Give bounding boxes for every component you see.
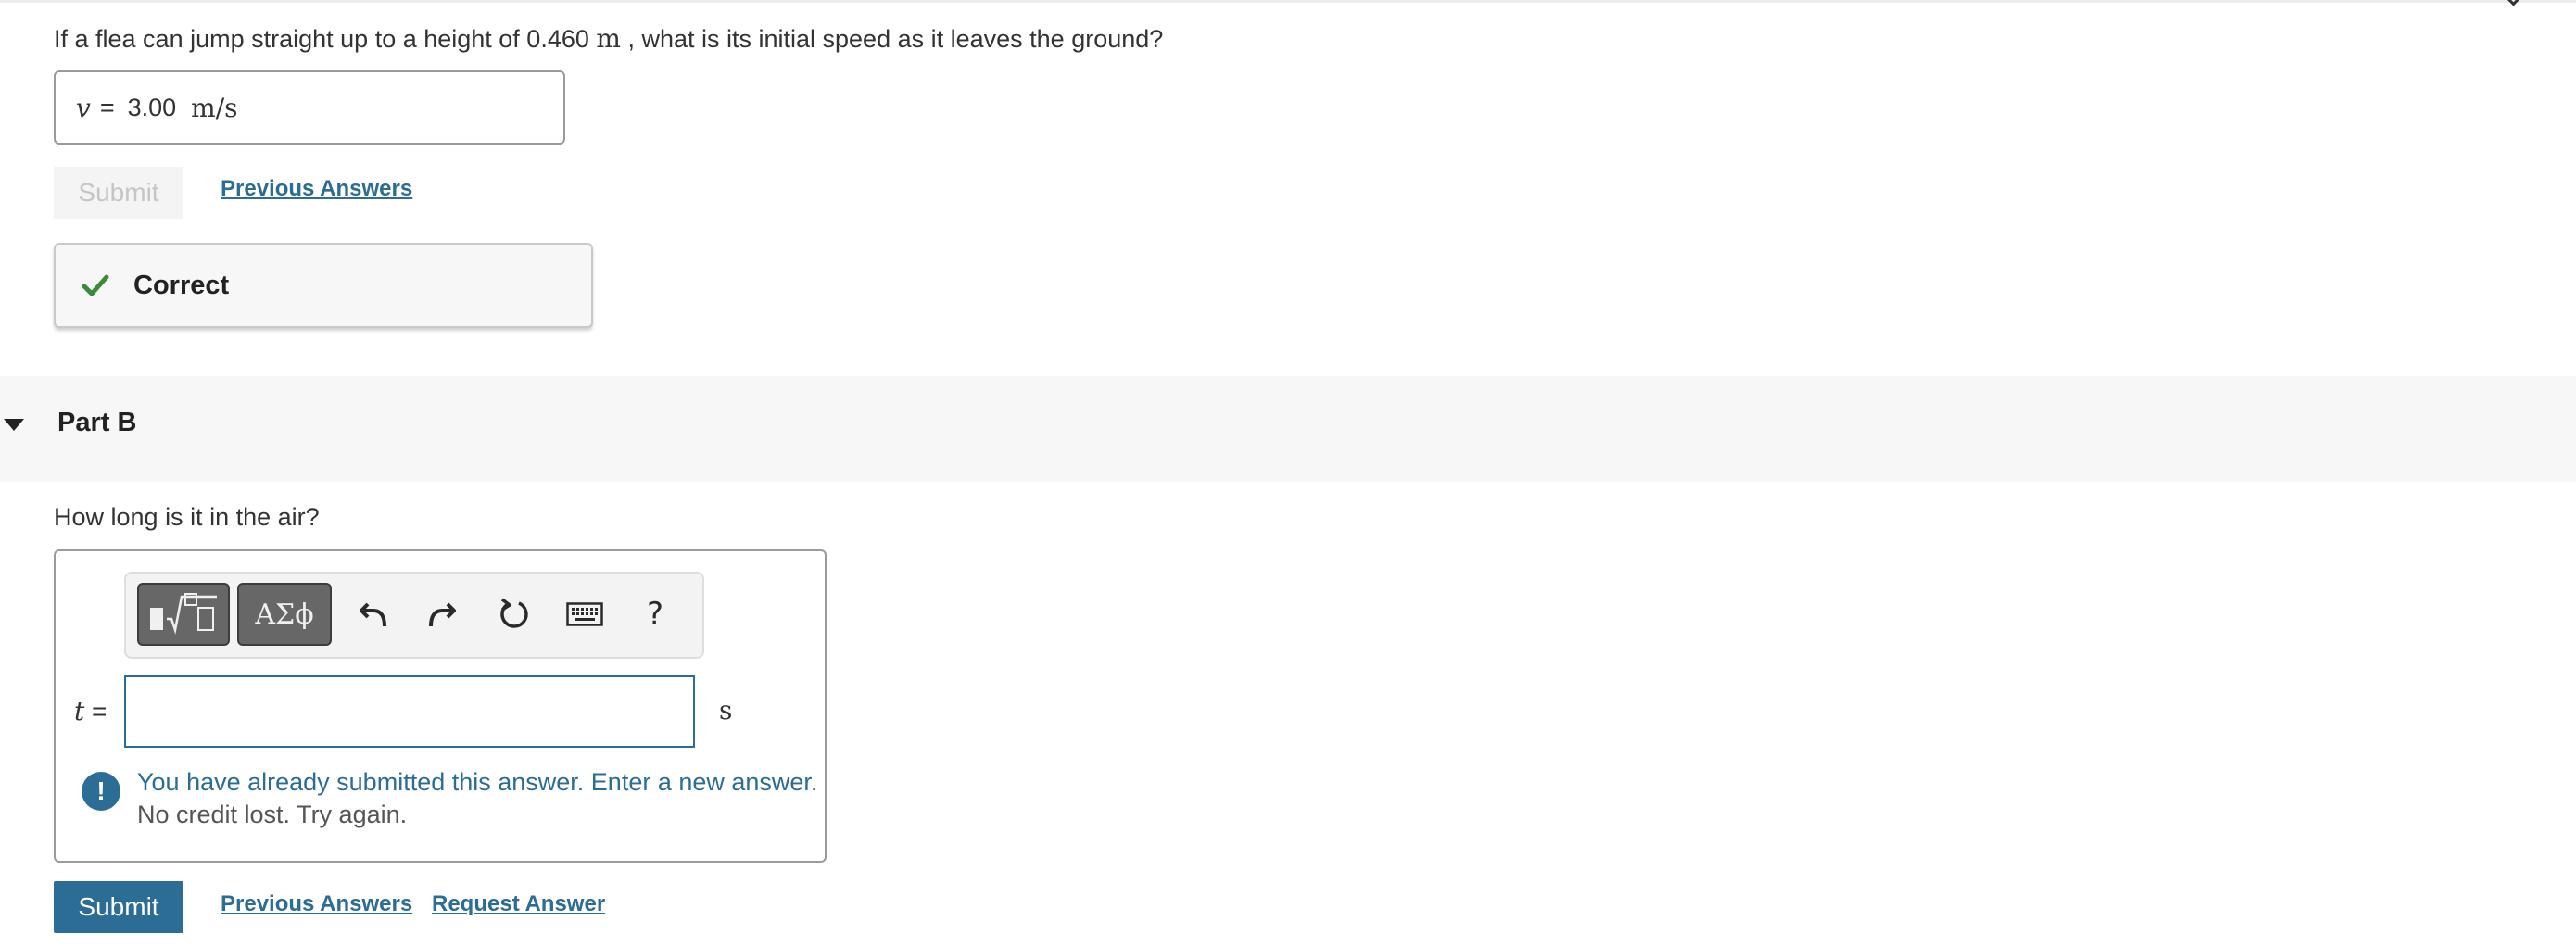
resubmit-notice: ! You have already submitted this answer… — [82, 766, 817, 831]
part-a-submit-button: Submit — [54, 167, 183, 219]
templates-button[interactable] — [137, 583, 230, 646]
answer-variable: t — [74, 696, 85, 726]
undo-button[interactable] — [345, 583, 402, 646]
templates-icon — [150, 593, 217, 635]
greek-symbols-button[interactable]: ΑΣϕ — [237, 583, 332, 646]
part-a-question: If a flea can jump straight up to a heig… — [54, 23, 1164, 54]
time-answer-input[interactable] — [124, 675, 695, 748]
reset-icon — [500, 598, 528, 628]
answer-value: 3.00 — [127, 93, 177, 121]
answer-unit: m/s — [191, 92, 238, 123]
redo-icon — [429, 602, 456, 627]
keyboard-icon — [566, 602, 603, 626]
answer-label: t = — [74, 696, 107, 726]
checkmark-icon — [82, 274, 109, 296]
top-divider — [0, 0, 2576, 3]
answer-unit: s — [719, 695, 733, 725]
part-a-answer-field: v = 3.00 m/s — [54, 70, 565, 145]
part-title: Part B — [57, 408, 137, 437]
notice-message: You have already submitted this answer. … — [137, 768, 818, 796]
caret-down-icon[interactable] — [4, 419, 24, 431]
undo-icon — [360, 602, 386, 627]
answer-variable: v — [76, 92, 91, 123]
equals-sign: = — [99, 93, 115, 121]
part-b-previous-answers-link[interactable]: Previous Answers — [221, 891, 412, 917]
keyboard-button[interactable] — [556, 583, 613, 646]
part-b-submit-button[interactable]: Submit — [54, 881, 183, 933]
help-button[interactable]: ? — [626, 583, 684, 646]
correct-feedback-box: Correct — [54, 243, 593, 328]
notice-detail: No credit lost. Try again. — [137, 801, 408, 828]
part-b-answer-panel: ΑΣϕ ? t = s ! You have already submitted… — [54, 549, 827, 863]
part-b-question: How long is it in the air? — [54, 503, 320, 531]
redo-button[interactable] — [413, 583, 471, 646]
part-b-header[interactable]: Part B — [0, 376, 2576, 482]
exclamation-icon: ! — [82, 772, 120, 811]
reset-button[interactable] — [486, 583, 543, 646]
request-answer-link[interactable]: Request Answer — [432, 891, 605, 917]
equals-sign: = — [92, 697, 107, 725]
feedback-text: Correct — [133, 270, 230, 300]
math-toolbar: ΑΣϕ ? — [124, 572, 704, 659]
part-a-previous-answers-link[interactable]: Previous Answers — [221, 176, 412, 202]
